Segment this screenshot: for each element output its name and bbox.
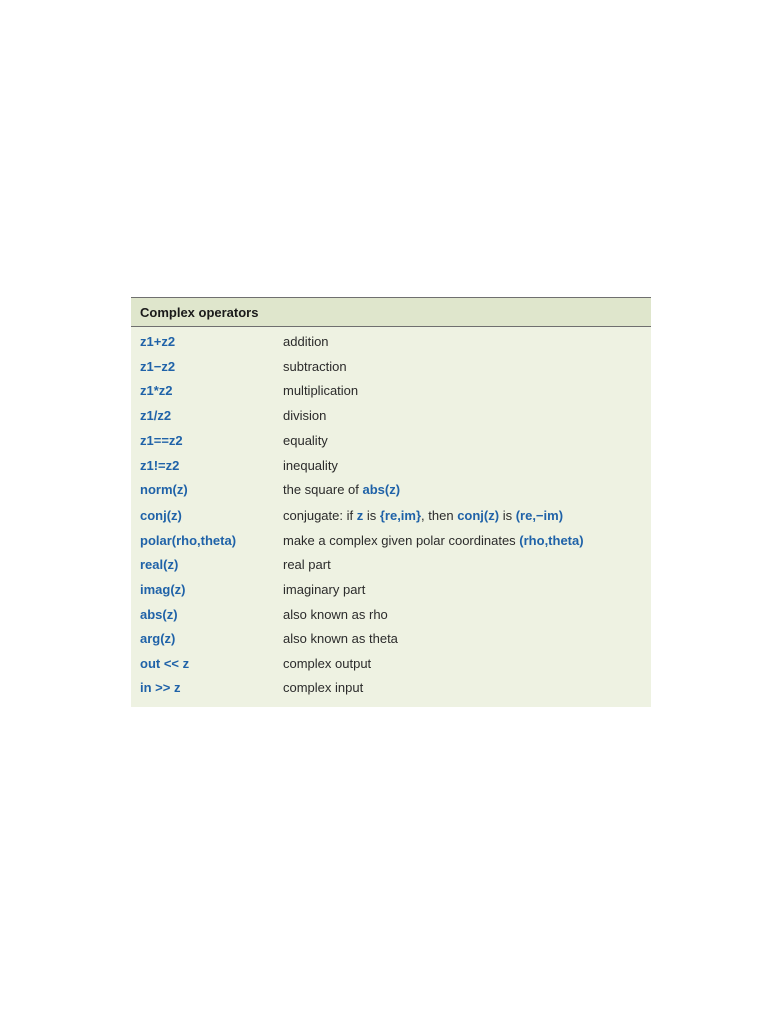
table-row: z1==z2 equality: [131, 428, 651, 452]
description-code: {re,im}: [379, 507, 422, 523]
operator-code: z1/z2: [140, 407, 172, 423]
operator-description: addition: [283, 333, 329, 349]
operator-code: polar(rho,theta): [140, 532, 237, 548]
table-row: abs(z) also known as rho: [131, 602, 651, 626]
operator-description: the square of abs(z): [283, 482, 400, 497]
operator-code: conj(z): [140, 507, 182, 523]
operator-description: also known as theta: [283, 630, 398, 646]
operator-code: out << z: [140, 655, 190, 671]
table-title: Complex operators: [140, 304, 259, 320]
operator-code: abs(z): [140, 606, 178, 622]
operator-code: z1−z2: [140, 358, 176, 374]
operator-description: real part: [283, 556, 331, 572]
table-row: conj(z) conjugate: if z is {re,im}, then…: [131, 503, 651, 527]
operator-code: imag(z): [140, 581, 186, 597]
description-text: is: [499, 507, 516, 523]
table-header: Complex operators: [131, 298, 651, 327]
description-text: is: [363, 507, 380, 523]
operator-code: in >> z: [140, 679, 181, 695]
operator-description: division: [283, 407, 327, 423]
complex-operators-table: Complex operators z1+z2 addition z1−z2 s…: [131, 297, 651, 707]
operator-description: complex output: [283, 655, 372, 671]
operator-code: arg(z): [140, 630, 176, 646]
table-row: z1/z2 division: [131, 403, 651, 427]
operator-code: z1*z2: [140, 382, 173, 398]
description-text: make a complex given polar coordinates: [283, 532, 520, 548]
table-row: in >> z complex input: [131, 675, 651, 699]
description-code: (rho,theta): [519, 532, 584, 548]
operator-code: z1!=z2: [140, 457, 180, 473]
table-row: imag(z) imaginary part: [131, 577, 651, 601]
operator-code: norm(z): [140, 481, 188, 497]
operator-description: subtraction: [283, 358, 347, 374]
table-row: z1+z2 addition: [131, 329, 651, 353]
table-row: norm(z) the square of abs(z): [131, 477, 651, 501]
description-code: abs(z): [362, 481, 401, 497]
table-row: z1−z2 subtraction: [131, 354, 651, 378]
operator-code: real(z): [140, 556, 179, 572]
table-row: arg(z) also known as theta: [131, 626, 651, 650]
operator-description: equality: [283, 432, 328, 448]
operator-description: make a complex given polar coordinates (…: [283, 533, 584, 548]
operator-code: z1==z2: [140, 432, 183, 448]
table-row: z1!=z2 inequality: [131, 453, 651, 477]
table-row: out << z complex output: [131, 651, 651, 675]
operator-description: conjugate: if z is {re,im}, then conj(z)…: [283, 508, 563, 523]
description-code: conj(z): [457, 507, 500, 523]
operator-description: multiplication: [283, 382, 359, 398]
operator-description: imaginary part: [283, 581, 366, 597]
table-row: z1*z2 multiplication: [131, 378, 651, 402]
operator-description: complex input: [283, 679, 364, 695]
table-row: real(z) real part: [131, 552, 651, 576]
description-code: (re,−im): [515, 507, 564, 523]
description-text: , then: [421, 507, 458, 523]
operator-code: z1+z2: [140, 333, 176, 349]
operator-description: also known as rho: [283, 606, 388, 622]
description-text: the square of: [283, 481, 363, 497]
operator-description: inequality: [283, 457, 338, 473]
description-text: conjugate: if: [283, 507, 357, 523]
table-row: polar(rho,theta) make a complex given po…: [131, 528, 651, 552]
